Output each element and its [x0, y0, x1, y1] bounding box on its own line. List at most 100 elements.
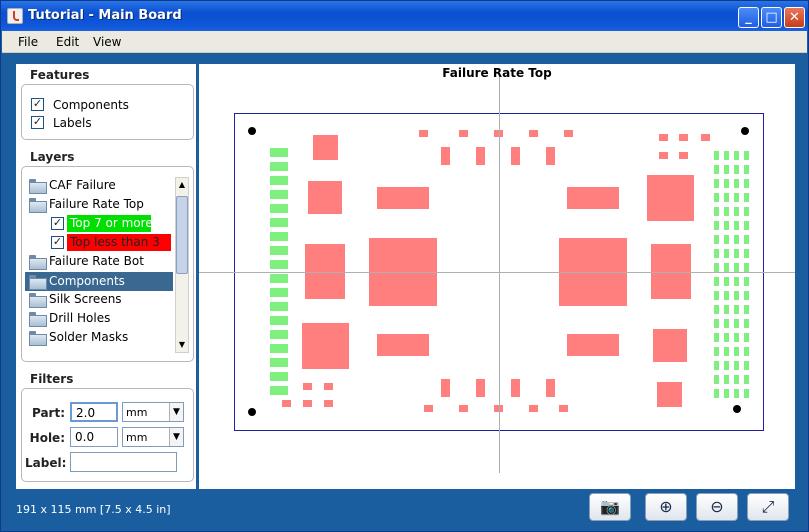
- zoom-in-button[interactable]: ⊕: [645, 493, 687, 521]
- green-pad[interactable]: [714, 361, 719, 370]
- small-pad[interactable]: [303, 400, 312, 407]
- green-pad[interactable]: [724, 235, 729, 244]
- component-pad[interactable]: [567, 187, 619, 209]
- green-pad[interactable]: [714, 305, 719, 314]
- green-pad[interactable]: [270, 288, 288, 297]
- green-pad[interactable]: [734, 179, 739, 188]
- layers-scrollbar[interactable]: ▲ ▼: [175, 177, 189, 353]
- green-pad[interactable]: [714, 235, 719, 244]
- green-pad[interactable]: [714, 165, 719, 174]
- green-pad[interactable]: [734, 347, 739, 356]
- hole-unit-select[interactable]: mm ▼: [122, 427, 184, 447]
- layer-failure-rate-top[interactable]: Failure Rate Top: [29, 196, 169, 215]
- green-pad[interactable]: [724, 151, 729, 160]
- green-pad[interactable]: [270, 232, 288, 241]
- green-pad[interactable]: [714, 333, 719, 342]
- green-pad[interactable]: [744, 305, 749, 314]
- green-pad[interactable]: [734, 165, 739, 174]
- green-pad[interactable]: [734, 277, 739, 286]
- zoom-out-button[interactable]: ⊖: [696, 493, 738, 521]
- part-input[interactable]: 2.0: [70, 402, 118, 422]
- green-pad[interactable]: [734, 319, 739, 328]
- green-pad[interactable]: [734, 361, 739, 370]
- green-pad[interactable]: [734, 151, 739, 160]
- small-pad[interactable]: [459, 130, 468, 137]
- green-pad[interactable]: [270, 358, 288, 367]
- green-pad[interactable]: [744, 375, 749, 384]
- green-pad[interactable]: [714, 375, 719, 384]
- green-pad[interactable]: [270, 204, 288, 213]
- green-pad[interactable]: [744, 165, 749, 174]
- green-pad[interactable]: [724, 207, 729, 216]
- green-pad[interactable]: [734, 193, 739, 202]
- green-pad[interactable]: [724, 305, 729, 314]
- green-pad[interactable]: [714, 277, 719, 286]
- green-pad[interactable]: [724, 249, 729, 258]
- small-pad[interactable]: [529, 405, 538, 412]
- snapshot-button[interactable]: 📷: [589, 493, 631, 521]
- component-pad[interactable]: [302, 323, 349, 369]
- close-button[interactable]: ✕: [784, 7, 805, 28]
- green-pad[interactable]: [744, 361, 749, 370]
- small-pad[interactable]: [441, 379, 450, 397]
- small-pad[interactable]: [476, 147, 485, 165]
- green-pad[interactable]: [270, 344, 288, 353]
- small-pad[interactable]: [441, 147, 450, 165]
- menu-view[interactable]: View: [93, 35, 121, 49]
- small-pad[interactable]: [679, 152, 688, 159]
- small-pad[interactable]: [659, 134, 668, 141]
- small-pad[interactable]: [419, 130, 428, 137]
- scroll-thumb[interactable]: [176, 196, 188, 274]
- small-pad[interactable]: [511, 147, 520, 165]
- layer-components[interactable]: Components: [25, 272, 173, 291]
- green-pad[interactable]: [270, 274, 288, 283]
- top-7-checkbox[interactable]: ✓: [51, 217, 64, 230]
- minimize-button[interactable]: _: [738, 7, 759, 28]
- green-pad[interactable]: [724, 375, 729, 384]
- green-pad[interactable]: [270, 162, 288, 171]
- component-pad[interactable]: [308, 181, 342, 214]
- green-pad[interactable]: [734, 235, 739, 244]
- label-input[interactable]: [70, 452, 177, 472]
- green-pad[interactable]: [714, 389, 719, 398]
- green-pad[interactable]: [270, 190, 288, 199]
- layer-solder-masks[interactable]: Solder Masks: [29, 329, 169, 348]
- hole-input[interactable]: 0.0: [70, 427, 118, 447]
- green-pad[interactable]: [734, 291, 739, 300]
- green-pad[interactable]: [714, 347, 719, 356]
- green-pad[interactable]: [714, 319, 719, 328]
- green-pad[interactable]: [270, 176, 288, 185]
- green-pad[interactable]: [714, 221, 719, 230]
- component-pad[interactable]: [377, 187, 429, 209]
- component-pad[interactable]: [377, 334, 429, 356]
- small-pad[interactable]: [564, 130, 573, 137]
- layer-top-less-than-3[interactable]: ✓ Top less than 3: [51, 234, 181, 253]
- small-pad[interactable]: [546, 147, 555, 165]
- green-pad[interactable]: [724, 165, 729, 174]
- green-pad[interactable]: [724, 389, 729, 398]
- small-pad[interactable]: [303, 383, 312, 390]
- green-pad[interactable]: [744, 347, 749, 356]
- green-pad[interactable]: [734, 375, 739, 384]
- component-pad[interactable]: [653, 329, 687, 362]
- menu-edit[interactable]: Edit: [56, 35, 79, 49]
- green-pad[interactable]: [724, 319, 729, 328]
- green-pad[interactable]: [744, 319, 749, 328]
- part-unit-select[interactable]: mm ▼: [122, 402, 184, 422]
- top-less-3-checkbox[interactable]: ✓: [51, 236, 64, 249]
- layer-failure-rate-bot[interactable]: Failure Rate Bot: [29, 253, 169, 272]
- green-pad[interactable]: [734, 389, 739, 398]
- small-pad[interactable]: [559, 405, 568, 412]
- green-pad[interactable]: [270, 148, 288, 157]
- component-pad[interactable]: [657, 382, 682, 407]
- green-pad[interactable]: [744, 179, 749, 188]
- green-pad[interactable]: [270, 330, 288, 339]
- small-pad[interactable]: [511, 379, 520, 397]
- small-pad[interactable]: [679, 134, 688, 141]
- green-pad[interactable]: [744, 249, 749, 258]
- components-checkbox[interactable]: ✓: [31, 98, 44, 111]
- green-pad[interactable]: [734, 249, 739, 258]
- green-pad[interactable]: [744, 221, 749, 230]
- green-pad[interactable]: [714, 207, 719, 216]
- green-pad[interactable]: [744, 193, 749, 202]
